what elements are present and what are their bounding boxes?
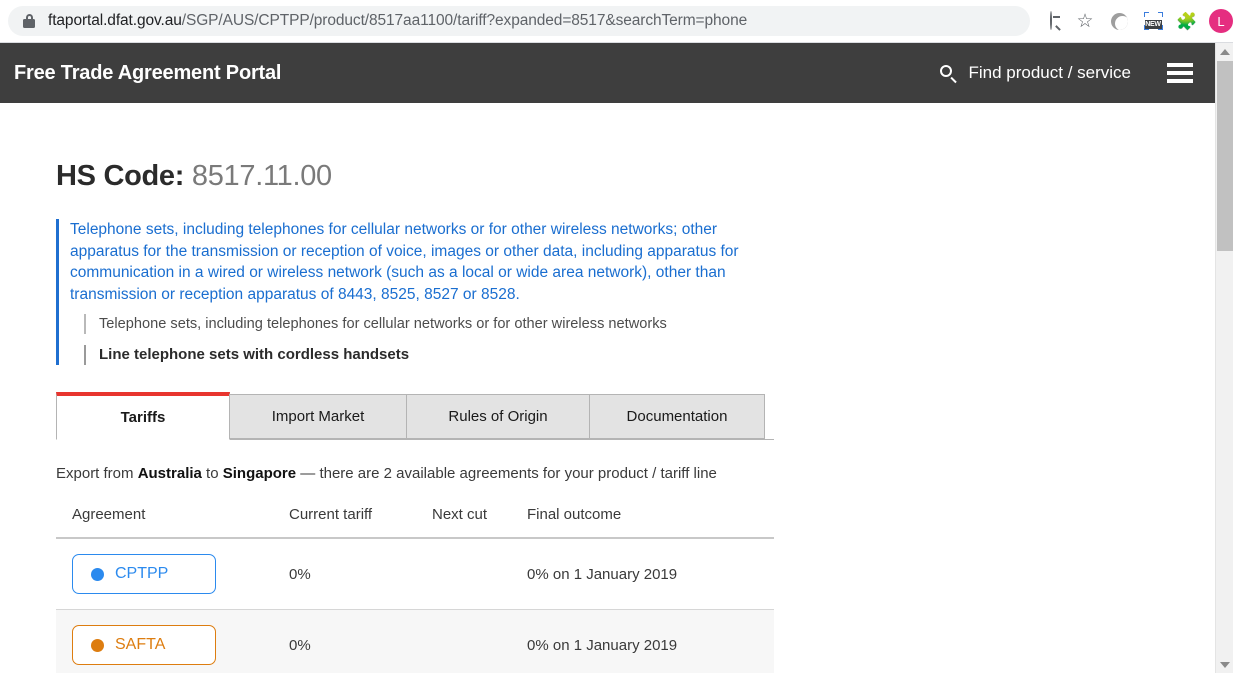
cell-agreement: CPTPP: [56, 538, 289, 610]
agreement-name: SAFTA: [115, 636, 166, 653]
export-origin: Australia: [137, 465, 202, 482]
find-product-link[interactable]: Find product / service: [940, 63, 1131, 84]
export-middle: to: [201, 465, 223, 482]
lock-icon: [22, 13, 36, 29]
description-secondary: Telephone sets, including telephones for…: [84, 314, 776, 334]
site-title: Free Trade Agreement Portal: [14, 61, 282, 84]
description-secondary-text: Telephone sets, including telephones for…: [99, 316, 667, 332]
agreement-pill-safta[interactable]: SAFTA: [72, 625, 216, 665]
find-product-label: Find product / service: [968, 63, 1131, 82]
profile-button[interactable]: L: [1206, 6, 1233, 36]
table-row: CPTPP 0% 0% on 1 January 2019: [56, 538, 774, 610]
star-icon: ☆: [1076, 10, 1094, 32]
agreement-pill-cptpp[interactable]: CPTPP: [72, 554, 216, 594]
hs-code-value: 8517.11.00: [191, 160, 332, 192]
avatar: L: [1209, 9, 1233, 33]
tab-bar: Tariffs Import Market Rules of Origin Do…: [56, 392, 774, 440]
tab-tariffs-label: Tariffs: [120, 409, 166, 426]
tab-tariffs[interactable]: Tariffs: [56, 392, 230, 440]
scrollbar-thumb[interactable]: [1217, 61, 1233, 251]
puzzle-icon: 🧩: [1176, 11, 1198, 31]
hs-code-label: HS Code:: [56, 160, 185, 192]
bookmark-button[interactable]: ☆: [1070, 6, 1100, 36]
cell-next-cut: [432, 609, 527, 673]
tab-import-market[interactable]: Import Market: [229, 394, 407, 439]
cell-final-outcome: 0% on 1 January 2019: [527, 538, 774, 610]
new-badge-icon: NEW: [1143, 12, 1163, 30]
export-summary: Export from Australia to Singapore — the…: [56, 465, 1215, 482]
cell-next-cut: [432, 538, 527, 610]
zoom-out-icon: [1050, 11, 1061, 31]
tab-rules-of-origin-label: Rules of Origin: [448, 408, 548, 425]
tariff-table-body: CPTPP 0% 0% on 1 January 2019 SAFTA 0% 0…: [56, 538, 774, 673]
column-header-next-cut: Next cut: [432, 506, 527, 539]
status-dot: [91, 567, 104, 581]
site-header-actions: Find product / service: [940, 63, 1215, 84]
page-scrollbar[interactable]: [1215, 43, 1233, 673]
tariff-table-head: Agreement Current tariff Next cut Final …: [56, 506, 774, 539]
hamburger-icon[interactable]: [1167, 63, 1193, 83]
status-dot: [91, 638, 104, 652]
zoom-out-button[interactable]: [1036, 6, 1066, 36]
tab-documentation[interactable]: Documentation: [589, 394, 765, 439]
tariff-table: Agreement Current tariff Next cut Final …: [56, 506, 774, 673]
scroll-up-arrow-icon[interactable]: [1216, 43, 1233, 60]
export-suffix: — there are 2 available agreements for y…: [296, 465, 717, 482]
column-header-final-outcome: Final outcome: [527, 506, 774, 539]
url-path: /SGP/AUS/CPTPP/product/8517aa1100/tariff…: [181, 12, 748, 29]
cell-agreement: SAFTA: [56, 609, 289, 673]
description-primary-text: Telephone sets, including telephones for…: [70, 221, 739, 303]
tab-rules-of-origin[interactable]: Rules of Origin: [406, 394, 590, 439]
address-bar-url: ftaportal.dfat.gov.au/SGP/AUS/CPTPP/prod…: [48, 12, 747, 30]
column-header-current-tariff: Current tariff: [289, 506, 432, 539]
scroll-down-arrow-icon[interactable]: [1216, 656, 1233, 673]
search-icon: [940, 64, 958, 84]
extensions-button[interactable]: 🧩: [1172, 6, 1202, 36]
page-title: HS Code: 8517.11.00: [56, 160, 1215, 193]
cell-final-outcome: 0% on 1 January 2019: [527, 609, 774, 673]
cell-current-tariff: 0%: [289, 609, 432, 673]
browser-toolbar: ftaportal.dfat.gov.au/SGP/AUS/CPTPP/prod…: [0, 0, 1233, 42]
browser-action-icons: ☆ NEW 🧩 L: [1036, 6, 1233, 36]
address-bar[interactable]: ftaportal.dfat.gov.au/SGP/AUS/CPTPP/prod…: [8, 6, 1030, 36]
crescent-icon: [1110, 12, 1128, 30]
description-tertiary: Line telephone sets with cordless handse…: [84, 345, 776, 365]
column-header-agreement: Agreement: [56, 506, 289, 539]
tab-documentation-label: Documentation: [626, 408, 728, 425]
table-header-row: Agreement Current tariff Next cut Final …: [56, 506, 774, 539]
export-prefix: Export from: [56, 465, 138, 482]
url-domain: ftaportal.dfat.gov.au: [48, 12, 182, 29]
agreement-name: CPTPP: [115, 565, 169, 582]
export-destination: Singapore: [222, 465, 297, 482]
tab-import-market-label: Import Market: [271, 408, 365, 425]
new-badge-extension-button[interactable]: NEW: [1138, 6, 1168, 36]
crescent-extension-button[interactable]: [1104, 6, 1134, 36]
description-primary: Telephone sets, including telephones for…: [56, 219, 776, 365]
table-row: SAFTA 0% 0% on 1 January 2019: [56, 609, 774, 673]
description-tertiary-text: Line telephone sets with cordless handse…: [99, 346, 410, 363]
main-content: HS Code: 8517.11.00 Telephone sets, incl…: [0, 160, 1215, 673]
new-badge-label: NEW: [1144, 20, 1162, 29]
site-header: Free Trade Agreement Portal Find product…: [0, 43, 1215, 103]
page-viewport: Free Trade Agreement Portal Find product…: [0, 43, 1215, 673]
cell-current-tariff: 0%: [289, 538, 432, 610]
